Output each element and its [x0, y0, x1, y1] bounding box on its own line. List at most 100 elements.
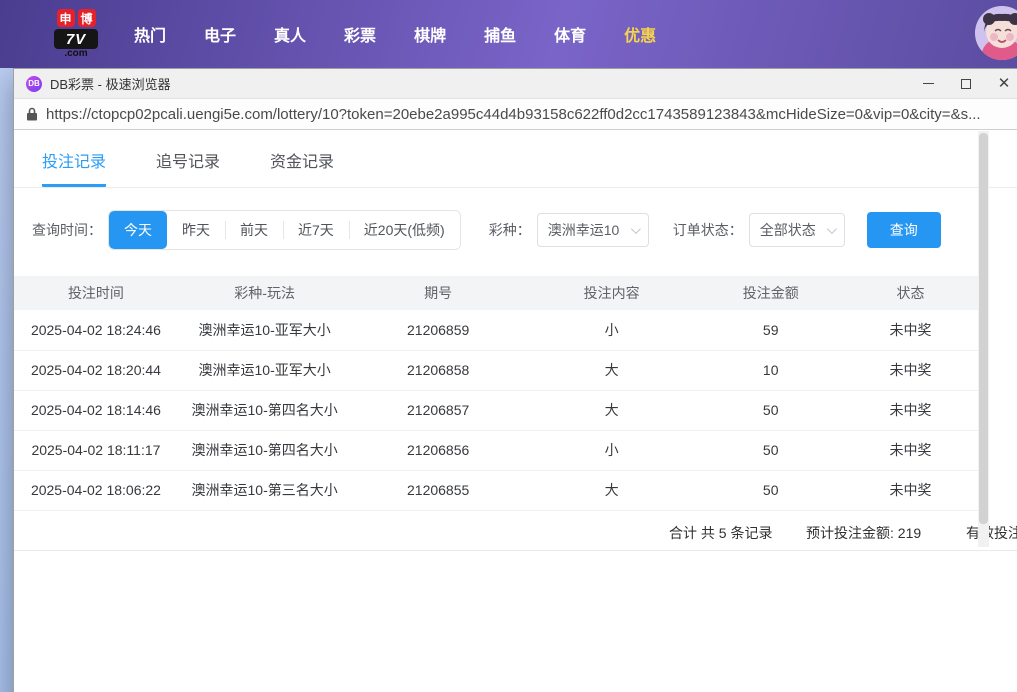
- filter-bar: 查询时间： 今天昨天前天近7天近20天(低频) 彩种： 澳洲幸运10 订单状态：…: [32, 210, 1017, 250]
- status-filter-label: 订单状态：: [673, 220, 743, 240]
- browser-window: DB DB彩票 - 极速浏览器 ✕ https://ctopcp02pcali.…: [13, 68, 1017, 692]
- table-cell: 2025-04-02 18:06:22: [14, 470, 178, 510]
- table-cell: 10: [698, 350, 843, 390]
- table-cell: 大: [525, 390, 699, 430]
- table-cell: 21206858: [351, 350, 525, 390]
- time-option-button[interactable]: 今天: [109, 211, 167, 249]
- time-filter-group: 今天昨天前天近7天近20天(低频): [108, 210, 461, 250]
- table-cell: 50: [698, 470, 843, 510]
- column-header: 投注内容: [525, 276, 699, 310]
- table-cell: 50: [698, 390, 843, 430]
- summary-expected-amount: 预计投注金额: 219: [806, 523, 921, 543]
- status-select[interactable]: 全部状态: [749, 213, 845, 247]
- site-navbar: 申 博 7V .com 热门 电子 真人 彩票 棋牌 捕鱼 体育 优惠: [0, 0, 1017, 68]
- nav-item[interactable]: 电子: [204, 22, 236, 46]
- scrollbar-thumb[interactable]: [979, 133, 988, 524]
- maximize-button[interactable]: [947, 69, 985, 98]
- chevron-down-icon: [631, 224, 641, 234]
- table-cell: 澳洲幸运10-第四名大小: [178, 430, 352, 470]
- column-header: 投注金额: [698, 276, 843, 310]
- column-header: 状态: [843, 276, 978, 310]
- minimize-icon: [923, 83, 934, 84]
- table-cell: 澳洲幸运10-第三名大小: [178, 470, 352, 510]
- close-icon: ✕: [998, 76, 1011, 91]
- address-bar[interactable]: https://ctopcp02pcali.uengi5e.com/lotter…: [14, 99, 1017, 130]
- table-cell: 50: [698, 430, 843, 470]
- site-nav-items: 热门 电子 真人 彩票 棋牌 捕鱼 体育 优惠: [134, 22, 656, 46]
- window-controls: ✕: [909, 69, 1017, 98]
- table-cell: 2025-04-02 18:20:44: [14, 350, 178, 390]
- time-option-button[interactable]: 前天: [225, 211, 283, 249]
- table-header: 投注时间彩种-玩法期号投注内容投注金额状态: [14, 276, 978, 310]
- maximize-icon: [961, 79, 971, 89]
- column-header: 期号: [351, 276, 525, 310]
- site-logo[interactable]: 申 博 7V .com: [48, 9, 104, 59]
- url-text[interactable]: https://ctopcp02pcali.uengi5e.com/lotter…: [46, 106, 981, 123]
- record-tabs: 投注记录 追号记录 资金记录: [14, 130, 1017, 188]
- lock-icon: [26, 107, 38, 121]
- vertical-scrollbar[interactable]: [978, 131, 989, 547]
- table-cell: 59: [698, 310, 843, 350]
- logo-chip-2: 博: [78, 9, 96, 27]
- logo-7v: 7V: [54, 29, 98, 49]
- time-option-button[interactable]: 近7天: [283, 211, 349, 249]
- table-cell: 2025-04-02 18:11:17: [14, 430, 178, 470]
- table-cell: 澳洲幸运10-亚军大小: [178, 350, 352, 390]
- column-header: 彩种-玩法: [178, 276, 352, 310]
- avatar-illustration: [975, 6, 1017, 60]
- chevron-down-icon: [827, 224, 837, 234]
- table-cell: 21206857: [351, 390, 525, 430]
- table-row: 2025-04-02 18:06:22澳洲幸运10-第三名大小21206855大…: [14, 470, 978, 510]
- nav-item[interactable]: 热门: [134, 22, 166, 46]
- tab[interactable]: 资金记录: [270, 148, 334, 187]
- window-title: DB彩票 - 极速浏览器: [50, 74, 171, 93]
- time-filter-label: 查询时间：: [32, 220, 102, 240]
- column-header: 投注时间: [14, 276, 178, 310]
- user-avatar[interactable]: [975, 6, 1017, 60]
- lottery-filter-label: 彩种：: [489, 220, 531, 240]
- table-body: 2025-04-02 18:24:46澳洲幸运10-亚军大小21206859小5…: [14, 310, 978, 510]
- table-cell: 21206855: [351, 470, 525, 510]
- nav-item[interactable]: 体育: [554, 22, 586, 46]
- time-option-button[interactable]: 近20天(低频): [349, 211, 460, 249]
- summary-total: 合计 共 5 条记录: [669, 523, 772, 543]
- logo-chip-1: 申: [57, 9, 75, 27]
- bet-records-table: 投注时间彩种-玩法期号投注内容投注金额状态 2025-04-02 18:24:4…: [14, 276, 978, 511]
- lottery-select[interactable]: 澳洲幸运10: [537, 213, 649, 247]
- table-cell: 2025-04-02 18:24:46: [14, 310, 178, 350]
- query-button[interactable]: 查询: [867, 212, 941, 248]
- table-cell: 未中奖: [843, 430, 978, 470]
- logo-com: .com: [64, 49, 87, 59]
- table-row: 2025-04-02 18:20:44澳洲幸运10-亚军大小21206858大1…: [14, 350, 978, 390]
- nav-item[interactable]: 捕鱼: [484, 22, 516, 46]
- table-cell: 大: [525, 470, 699, 510]
- summary-valid-amount: 有效投注: [966, 523, 1017, 543]
- table-cell: 2025-04-02 18:14:46: [14, 390, 178, 430]
- status-select-value: 全部状态: [760, 220, 816, 240]
- nav-item[interactable]: 真人: [274, 22, 306, 46]
- table-cell: 21206856: [351, 430, 525, 470]
- time-option-button[interactable]: 昨天: [167, 211, 225, 249]
- table-row: 2025-04-02 18:11:17澳洲幸运10-第四名大小21206856小…: [14, 430, 978, 470]
- table-cell: 澳洲幸运10-亚军大小: [178, 310, 352, 350]
- logo-chips: 申 博: [57, 9, 96, 27]
- nav-item[interactable]: 彩票: [344, 22, 376, 46]
- nav-item[interactable]: 棋牌: [414, 22, 446, 46]
- lottery-select-value: 澳洲幸运10: [548, 220, 620, 240]
- nav-item[interactable]: 优惠: [624, 22, 656, 46]
- tab[interactable]: 投注记录: [42, 148, 106, 187]
- tab[interactable]: 追号记录: [156, 148, 220, 187]
- table-row: 2025-04-02 18:14:46澳洲幸运10-第四名大小21206857大…: [14, 390, 978, 430]
- window-titlebar[interactable]: DB DB彩票 - 极速浏览器 ✕: [14, 69, 1017, 99]
- table-cell: 大: [525, 350, 699, 390]
- minimize-button[interactable]: [909, 69, 947, 98]
- table-cell: 未中奖: [843, 470, 978, 510]
- table-header-row: 投注时间彩种-玩法期号投注内容投注金额状态: [14, 276, 978, 310]
- close-button[interactable]: ✕: [985, 69, 1017, 98]
- page: 申 博 7V .com 热门 电子 真人 彩票 棋牌 捕鱼 体育 优惠: [0, 0, 1017, 692]
- page-content: 投注记录 追号记录 资金记录 查询时间： 今天昨天前天近7天近20天(低频) 彩种：…: [14, 130, 1017, 692]
- table-cell: 21206859: [351, 310, 525, 350]
- summary-row: 合计 共 5 条记录 预计投注金额: 219 有效投注: [14, 511, 1017, 551]
- table-cell: 小: [525, 430, 699, 470]
- table-cell: 未中奖: [843, 390, 978, 430]
